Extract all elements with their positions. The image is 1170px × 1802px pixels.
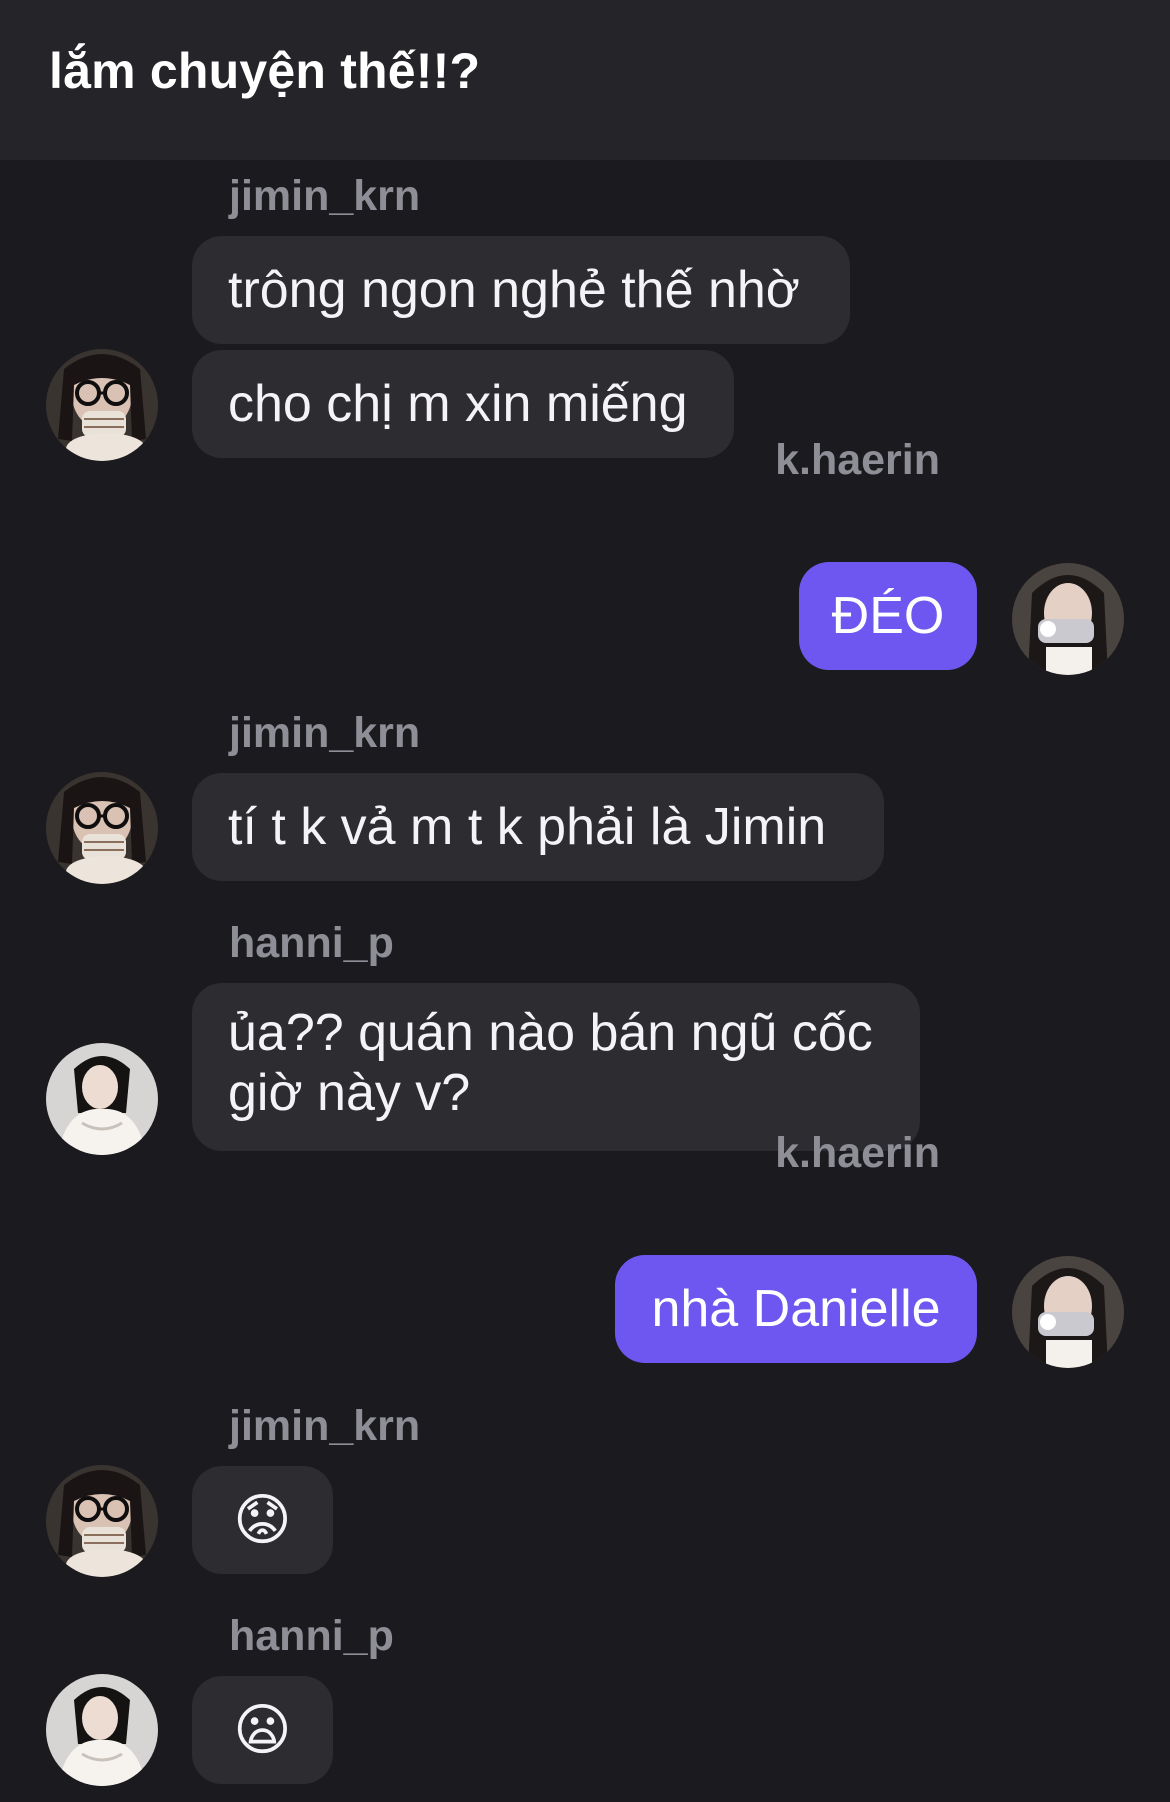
avatar-hanni-p[interactable] xyxy=(46,1043,158,1155)
message-bubble[interactable]: cho chị m xin miếng xyxy=(192,350,734,458)
emoji-reaction-bubble[interactable]: 😟 xyxy=(192,1466,333,1574)
avatar-k-haerin[interactable] xyxy=(1012,1256,1124,1368)
chat-header: lắm chuyện thế!!? xyxy=(0,0,1170,160)
avatar-hanni-p[interactable] xyxy=(46,1674,158,1786)
avatar-glasses-cup-icon xyxy=(46,349,158,461)
emoji-reaction-bubble[interactable]: 😦 xyxy=(192,1676,333,1784)
message-bubble-outgoing[interactable]: ĐÉO xyxy=(799,562,977,670)
avatar-glasses-cup-icon xyxy=(46,772,158,884)
sender-name: jimin_krn xyxy=(229,709,421,757)
avatar-mirror-selfie-icon xyxy=(1012,563,1124,675)
sender-name: k.haerin xyxy=(775,1129,940,1177)
sender-name: jimin_krn xyxy=(229,172,421,220)
sender-name: hanni_p xyxy=(229,1612,394,1660)
message-bubble[interactable]: ủa?? quán nào bán ngũ cốc giờ này v? xyxy=(192,983,920,1151)
sender-name: k.haerin xyxy=(775,436,940,484)
message-bubble[interactable]: trông ngon nghẻ thế nhờ xyxy=(192,236,850,344)
avatar-white-jacket-icon xyxy=(46,1043,158,1155)
sender-name: hanni_p xyxy=(229,919,394,967)
avatar-white-jacket-icon xyxy=(46,1674,158,1786)
message-bubble-outgoing[interactable]: nhà Danielle xyxy=(615,1255,977,1363)
avatar-mirror-selfie-icon xyxy=(1012,1256,1124,1368)
sender-name: jimin_krn xyxy=(229,1402,421,1450)
chat-title: lắm chuyện thế!!? xyxy=(49,43,481,99)
message-bubble[interactable]: tí t k vả m t k phải là Jimin xyxy=(192,773,884,881)
message-list[interactable]: jimin_krn trông ngon nghẻ thế nhờ cho ch… xyxy=(0,160,1170,1802)
avatar-jimin-krn[interactable] xyxy=(46,772,158,884)
avatar-jimin-krn[interactable] xyxy=(46,1465,158,1577)
avatar-jimin-krn[interactable] xyxy=(46,349,158,461)
avatar-k-haerin[interactable] xyxy=(1012,563,1124,675)
avatar-glasses-cup-icon xyxy=(46,1465,158,1577)
